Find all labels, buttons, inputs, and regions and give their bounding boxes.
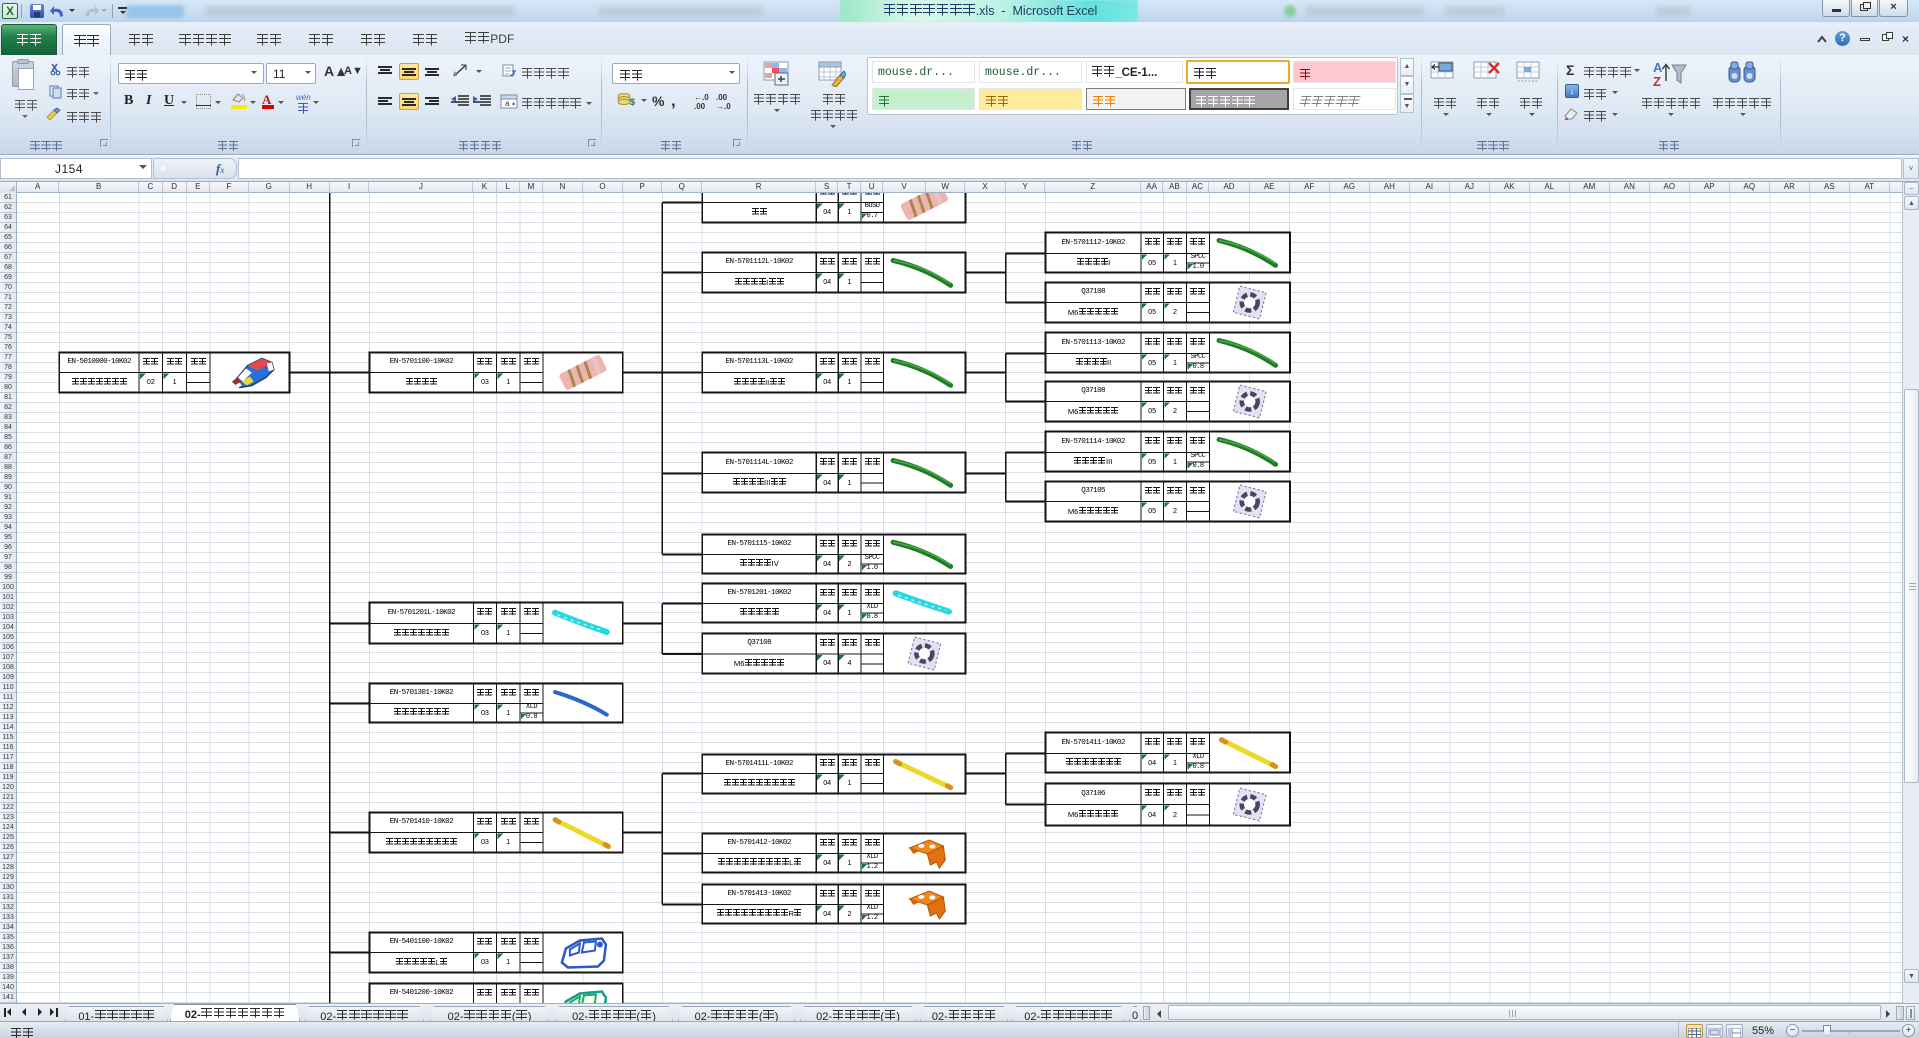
svg-text:a: a <box>505 99 510 108</box>
svg-text:$: $ <box>630 97 635 107</box>
svg-text:A: A <box>1653 60 1663 75</box>
svg-text:Z: Z <box>1653 74 1661 89</box>
